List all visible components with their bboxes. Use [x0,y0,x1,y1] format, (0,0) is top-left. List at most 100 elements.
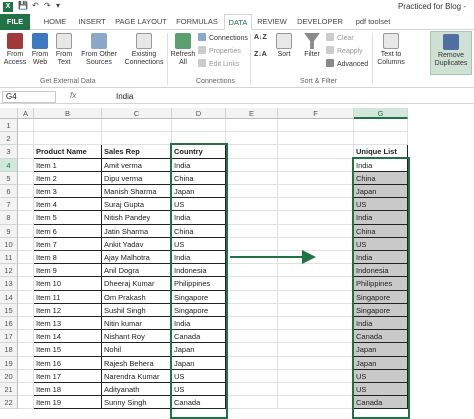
tab-home[interactable]: HOME [38,14,72,30]
grid-cell[interactable] [34,132,102,146]
grid-cell[interactable] [278,356,354,370]
grid-cell[interactable] [226,185,278,199]
grid-cell[interactable] [278,330,354,344]
sales-rep-cell[interactable]: Dheeraj Kumar [102,277,172,291]
sales-rep-cell[interactable]: Nohil [102,343,172,357]
row-header[interactable]: 17 [0,330,18,344]
row-header[interactable]: 5 [0,171,18,185]
header-product-name[interactable]: Product Name [34,145,102,159]
row-header[interactable]: 1 [0,119,18,133]
product-cell[interactable]: Item 19 [34,396,102,410]
grid-cell[interactable] [18,303,34,317]
grid-cell[interactable] [226,396,278,410]
tab-developer[interactable]: DEVELOPER [294,14,346,30]
formula-input[interactable]: India [116,92,133,101]
grid-cell[interactable] [226,369,278,383]
tab-file[interactable]: FILE [0,14,30,30]
tab-pdf-toolset[interactable]: pdf toolset [350,14,396,30]
grid-cell[interactable] [226,343,278,357]
product-cell[interactable]: Item 16 [34,356,102,370]
sales-rep-cell[interactable]: Nitish Pandey [102,211,172,225]
grid-cell[interactable] [18,317,34,331]
product-cell[interactable]: Item 6 [34,224,102,238]
product-cell[interactable]: Item 8 [34,251,102,265]
column-header-d[interactable]: D [172,108,226,119]
product-cell[interactable]: Item 12 [34,303,102,317]
row-header[interactable]: 2 [0,132,18,146]
row-header[interactable]: 11 [0,251,18,265]
grid-cell[interactable] [226,277,278,291]
grid-cell[interactable] [278,145,354,159]
column-header-b[interactable]: B [34,108,102,119]
grid-cell[interactable] [226,383,278,397]
grid-cell[interactable] [226,317,278,331]
row-header[interactable]: 14 [0,290,18,304]
product-cell[interactable]: Item 18 [34,383,102,397]
grid-cell[interactable] [226,264,278,278]
fx-icon[interactable]: fx [70,91,76,100]
row-header[interactable]: 10 [0,237,18,251]
product-cell[interactable]: Item 1 [34,158,102,172]
column-header-f[interactable]: F [278,108,354,119]
row-header[interactable]: 8 [0,211,18,225]
tab-review[interactable]: REVIEW [254,14,290,30]
grid-cell[interactable] [278,211,354,225]
column-header-e[interactable]: E [226,108,278,119]
tab-insert[interactable]: INSERT [74,14,110,30]
sales-rep-cell[interactable]: Om Prakash [102,290,172,304]
product-cell[interactable]: Item 11 [34,290,102,304]
sort-button[interactable]: Sort [272,33,296,59]
tab-formulas[interactable]: FORMULAS [172,14,222,30]
grid-cell[interactable] [18,145,34,159]
sales-rep-cell[interactable]: Suraj Gupta [102,198,172,212]
grid-cell[interactable] [354,132,408,146]
grid-cell[interactable] [18,330,34,344]
grid-cell[interactable] [278,290,354,304]
customize-toolbar-icon[interactable]: ▾ [56,1,60,10]
row-header[interactable]: 20 [0,369,18,383]
sales-rep-cell[interactable]: Nitin kumar [102,317,172,331]
grid-cell[interactable] [34,119,102,133]
grid-cell[interactable] [226,171,278,185]
sales-rep-cell[interactable]: Sushil Singh [102,303,172,317]
grid-cell[interactable] [18,251,34,265]
grid-cell[interactable] [18,264,34,278]
sales-rep-cell[interactable]: Manish Sharma [102,185,172,199]
grid-cell[interactable] [226,356,278,370]
existing-connections-button[interactable]: Existing Connections [122,33,166,67]
grid-cell[interactable] [278,224,354,238]
grid-cell[interactable] [278,158,354,172]
sales-rep-cell[interactable]: Jatin Sharma [102,224,172,238]
grid-cell[interactable] [18,185,34,199]
from-other-sources-button[interactable]: From Other Sources [78,33,120,67]
connections-button[interactable]: Connections [198,33,248,43]
product-cell[interactable]: Item 15 [34,343,102,357]
grid-cell[interactable] [354,119,408,133]
product-cell[interactable]: Item 2 [34,171,102,185]
sales-rep-cell[interactable]: Sunny Singh [102,396,172,410]
grid-cell[interactable] [172,119,226,133]
grid-cell[interactable] [278,303,354,317]
sales-rep-cell[interactable]: Nishant Roy [102,330,172,344]
filter-button[interactable]: Filter [300,33,324,59]
sales-rep-cell[interactable]: Anil Dogra [102,264,172,278]
grid-cell[interactable] [226,158,278,172]
product-cell[interactable]: Item 13 [34,317,102,331]
product-cell[interactable]: Item 7 [34,237,102,251]
grid-cell[interactable] [102,119,172,133]
product-cell[interactable]: Item 14 [34,330,102,344]
row-header[interactable]: 22 [0,396,18,410]
text-to-columns-button[interactable]: Text to Columns [374,33,408,67]
grid-cell[interactable] [18,383,34,397]
grid-cell[interactable] [226,145,278,159]
clear-button[interactable]: Clear [326,33,354,43]
grid-cell[interactable] [226,211,278,225]
grid-cell[interactable] [18,198,34,212]
edit-links-button[interactable]: Edit Links [198,59,239,69]
grid-cell[interactable] [18,211,34,225]
column-header-a[interactable]: A [18,108,34,119]
grid-cell[interactable] [18,224,34,238]
grid-cell[interactable] [278,237,354,251]
remove-duplicates-button[interactable]: Remove Duplicates [430,31,472,75]
from-web-button[interactable]: From Web [28,33,52,67]
